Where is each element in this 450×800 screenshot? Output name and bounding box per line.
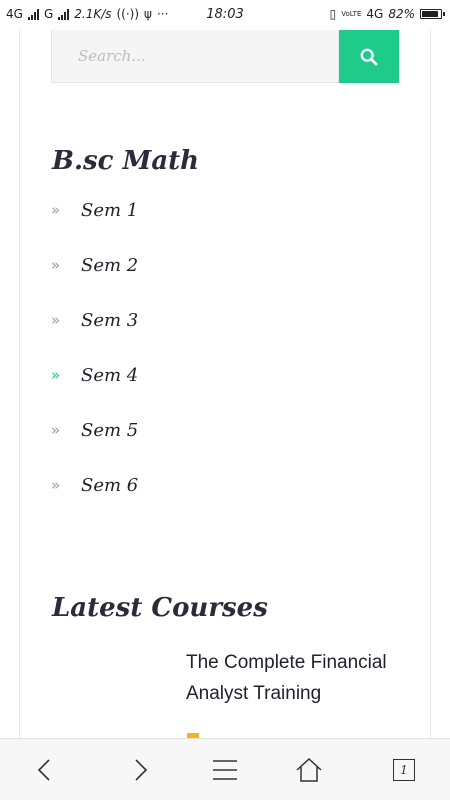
semester-link[interactable]: Sem 5: [81, 420, 138, 441]
vibrate-icon: ▯: [329, 7, 337, 21]
page-content: Search... B.sc Math » Sem 1 » Sem 2 » Se…: [0, 30, 450, 738]
back-button[interactable]: [28, 753, 62, 787]
tab-count: 1: [393, 759, 415, 781]
forward-button[interactable]: [123, 753, 157, 787]
menu-button[interactable]: [208, 753, 242, 787]
semester-link[interactable]: Sem 3: [81, 310, 138, 331]
double-chevron-icon: »: [51, 256, 61, 274]
semester-item[interactable]: » Sem 2: [51, 255, 138, 310]
semester-link[interactable]: Sem 2: [81, 255, 138, 276]
search-input[interactable]: Search...: [51, 30, 339, 83]
chevron-right-icon: [135, 759, 148, 781]
battery-icon: [420, 9, 445, 19]
chevron-left-icon: [37, 759, 50, 781]
semester-item-active[interactable]: » Sem 4: [51, 365, 138, 420]
network-type-3: 4G: [366, 7, 384, 21]
semester-link[interactable]: Sem 6: [81, 475, 138, 496]
status-right: ▯ VoLTE 4G 82%: [329, 7, 445, 21]
course-title-link[interactable]: The Complete Financial Analyst Training: [186, 647, 411, 709]
browser-nav-bar: 1: [0, 738, 450, 800]
volte-label: VoLTE: [341, 10, 362, 18]
latest-courses-title: Latest Courses: [52, 593, 268, 623]
menu-icon: [213, 760, 237, 780]
double-chevron-icon: »: [51, 476, 61, 494]
search-button[interactable]: [339, 30, 399, 83]
double-chevron-icon: »: [51, 201, 61, 219]
semester-item[interactable]: » Sem 6: [51, 475, 138, 530]
content-border-right: [430, 30, 431, 738]
semester-list: » Sem 1 » Sem 2 » Sem 3 » Sem 4 » Sem 5 …: [51, 200, 138, 530]
semester-link[interactable]: Sem 1: [81, 200, 138, 221]
double-chevron-icon: »: [51, 311, 61, 329]
content-border-left: [19, 30, 20, 738]
semester-item[interactable]: » Sem 3: [51, 310, 138, 365]
status-bar: 4G G 2.1K/s ((·)) ψ ··· 18:03 ▯ VoLTE 4G…: [0, 0, 450, 30]
category-widget-title: B.sc Math: [52, 146, 200, 176]
battery-percent: 82%: [388, 7, 415, 21]
search-form: Search...: [51, 30, 399, 83]
double-chevron-icon: »: [51, 421, 61, 439]
search-icon: [360, 48, 378, 66]
semester-item[interactable]: » Sem 1: [51, 200, 138, 255]
tabs-button[interactable]: 1: [387, 753, 421, 787]
home-button[interactable]: [292, 753, 326, 787]
double-chevron-icon: »: [51, 366, 61, 384]
semester-link[interactable]: Sem 4: [81, 365, 138, 386]
home-icon: [296, 757, 322, 782]
semester-item[interactable]: » Sem 5: [51, 420, 138, 475]
